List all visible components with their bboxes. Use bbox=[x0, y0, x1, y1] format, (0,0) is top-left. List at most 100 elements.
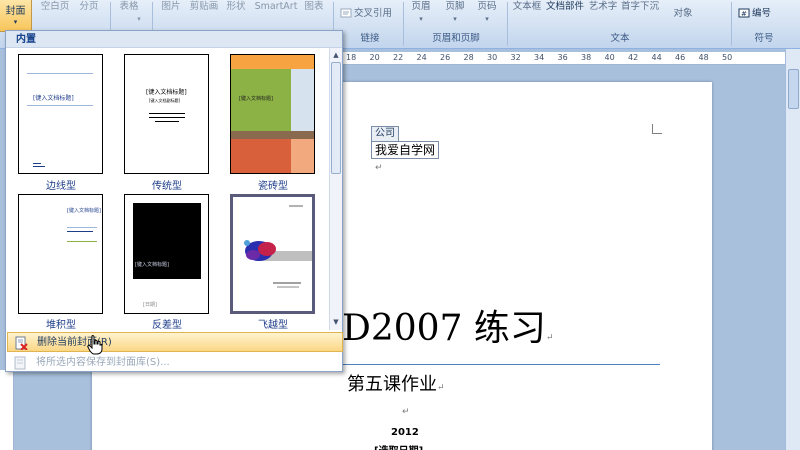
template-preview-subtitle: [键入文档副标题] bbox=[149, 98, 181, 103]
document-year[interactable]: 2012 bbox=[391, 427, 419, 438]
ruler-tick-label: 26 bbox=[440, 53, 451, 62]
horizontal-ruler[interactable]: 18 20 22 24 26 28 30 32 34 36 38 40 42 44 46 48 50 bbox=[340, 52, 787, 65]
decorative-line bbox=[67, 227, 97, 228]
svg-text:#: # bbox=[741, 10, 747, 18]
template-preview-title: [键入文档标题] bbox=[239, 96, 273, 102]
save-selection-label: 将所选内容保存到封面库(S)... bbox=[36, 357, 170, 368]
quick-parts-button[interactable]: 文档部件 bbox=[545, 0, 585, 30]
ruler-tick-label: 46 bbox=[675, 53, 686, 62]
smartart-button[interactable]: SmartArt bbox=[253, 0, 299, 30]
paragraph-mark: ↵ bbox=[402, 407, 410, 417]
content-control-tag[interactable]: 公司 bbox=[371, 126, 399, 141]
template-thumbnail-motion[interactable] bbox=[230, 194, 315, 314]
group-divider bbox=[731, 2, 732, 46]
template-label[interactable]: 反差型 bbox=[117, 316, 217, 331]
paragraph-mark: ↵ bbox=[545, 333, 554, 343]
ruler-tick-label: 48 bbox=[698, 53, 709, 62]
gallery-section-header: 内置 bbox=[6, 31, 342, 48]
group-divider bbox=[507, 2, 508, 46]
tile-block bbox=[291, 139, 314, 173]
ruler-tick-label: 22 bbox=[393, 53, 404, 62]
text-box-button[interactable]: 文本框 bbox=[512, 0, 542, 30]
decorative-line bbox=[67, 241, 97, 242]
template-label[interactable]: 边线型 bbox=[11, 177, 111, 192]
template-thumbnail-contrast[interactable]: [键入文档标题] [日期] bbox=[124, 194, 209, 314]
company-content-control[interactable]: 我爱自学网 ↵ bbox=[371, 141, 439, 173]
template-label[interactable]: 堆积型 bbox=[11, 316, 111, 331]
content-control-tag-label: 公司 bbox=[375, 128, 395, 139]
company-value: 我爱自学网 bbox=[375, 143, 436, 157]
save-to-gallery-icon bbox=[14, 356, 26, 370]
vertical-ruler[interactable] bbox=[0, 370, 14, 450]
ruler-tick-label: 36 bbox=[557, 53, 568, 62]
template-thumbnail-tiles[interactable]: [键入文档标题] bbox=[230, 54, 315, 174]
decorative-line bbox=[27, 105, 93, 106]
page-break-button[interactable]: 分页 bbox=[76, 0, 102, 30]
template-preview-date: [日期] bbox=[143, 302, 157, 308]
document-title[interactable]: D2007 练习↵ bbox=[342, 307, 553, 360]
decorative-line bbox=[149, 113, 185, 114]
cover-page-label: 封面 bbox=[5, 6, 26, 17]
ruler-tick-label: 40 bbox=[604, 53, 615, 62]
group-label-links: 链接 bbox=[360, 33, 380, 44]
blank-page-button[interactable]: 空白页 bbox=[38, 0, 72, 30]
decorative-line bbox=[27, 73, 93, 74]
save-selection-to-gallery-menu-item[interactable]: 将所选内容保存到封面库(S)... bbox=[7, 353, 343, 373]
template-label[interactable]: 瓷砖型 bbox=[223, 177, 323, 192]
ruler-tick-label: 50 bbox=[722, 53, 733, 62]
cover-page-gallery: 内置 [键入文档标题] 边线型 [键入文档标题] [键入文档副标题] 传统型 [… bbox=[5, 30, 343, 372]
decorative-line bbox=[155, 121, 179, 122]
document-subtitle-text: 第五课作业 bbox=[347, 374, 437, 395]
template-preview-title: [键入文档标题] bbox=[135, 262, 169, 268]
gallery-scrollbar-thumb[interactable] bbox=[331, 62, 341, 174]
ruler-tick-label: 42 bbox=[628, 53, 639, 62]
template-label[interactable]: 飞越型 bbox=[223, 316, 323, 331]
crop-mark bbox=[652, 124, 662, 134]
decorative-line bbox=[33, 163, 41, 164]
document-title-text: D2007 练习 bbox=[342, 308, 546, 349]
drop-cap-button[interactable]: 首字下沉 bbox=[620, 0, 660, 30]
tile-block bbox=[291, 69, 314, 131]
gallery-scrollbar[interactable]: ▲ ▼ bbox=[329, 48, 342, 330]
date-picker-control[interactable]: [选取日期] bbox=[374, 442, 423, 450]
hand-cursor-icon bbox=[87, 335, 103, 355]
chevron-down-icon: ▾ bbox=[13, 18, 18, 26]
template-thumbnail-traditional[interactable]: [键入文档标题] [键入文档副标题] bbox=[124, 54, 209, 174]
tile-block bbox=[231, 131, 314, 139]
template-thumbnail-stacks[interactable]: [键入文档标题] bbox=[18, 194, 103, 314]
template-preview-title: [键入文档标题] bbox=[33, 95, 74, 102]
ruler-tick-label: 34 bbox=[534, 53, 545, 62]
decorative-line bbox=[33, 166, 45, 167]
vertical-scrollbar[interactable] bbox=[785, 49, 800, 450]
ruler-tick-label: 30 bbox=[487, 53, 498, 62]
wordart-button[interactable]: 艺术字 bbox=[588, 0, 618, 30]
template-label[interactable]: 传统型 bbox=[117, 177, 217, 192]
motion-artwork-icon bbox=[233, 197, 312, 311]
template-preview-title: [键入文档标题] bbox=[67, 208, 101, 214]
ruler-tick-label: 44 bbox=[651, 53, 662, 62]
scroll-down-icon[interactable]: ▼ bbox=[330, 316, 342, 328]
ruler-tick-label: 24 bbox=[416, 53, 427, 62]
tile-block bbox=[231, 55, 314, 69]
clip-art-button[interactable]: 剪贴画 bbox=[188, 0, 220, 30]
document-subtitle[interactable]: 第五课作业↵ bbox=[347, 373, 445, 400]
template-preview-title: [键入文档标题] bbox=[146, 89, 187, 96]
ruler-tick-label: 38 bbox=[581, 53, 592, 62]
delete-cover-icon bbox=[15, 336, 28, 350]
chart-button[interactable]: 图表 bbox=[302, 0, 326, 30]
scrollbar-thumb[interactable] bbox=[788, 69, 799, 109]
cover-page-button[interactable]: 封面 ▾ bbox=[0, 0, 32, 32]
scroll-up-icon[interactable]: ▲ bbox=[330, 49, 342, 61]
template-thumbnail-sideline[interactable]: [键入文档标题] bbox=[18, 54, 103, 174]
numbering-icon: # bbox=[738, 8, 750, 18]
group-label-text: 文本 bbox=[610, 33, 630, 44]
ruler-tick-label: 28 bbox=[463, 53, 474, 62]
picture-button[interactable]: 图片 bbox=[159, 0, 183, 30]
group-label-symbols: 符号 bbox=[754, 33, 774, 44]
ruler-tick-label: 32 bbox=[510, 53, 521, 62]
decorative-line bbox=[149, 117, 185, 118]
ruler-tick-label: 20 bbox=[369, 53, 380, 62]
shapes-button[interactable]: 形状 bbox=[224, 0, 248, 30]
paragraph-mark: ↵ bbox=[375, 163, 383, 173]
delete-current-cover-menu-item[interactable]: 删除当前封面(R) bbox=[7, 332, 343, 352]
